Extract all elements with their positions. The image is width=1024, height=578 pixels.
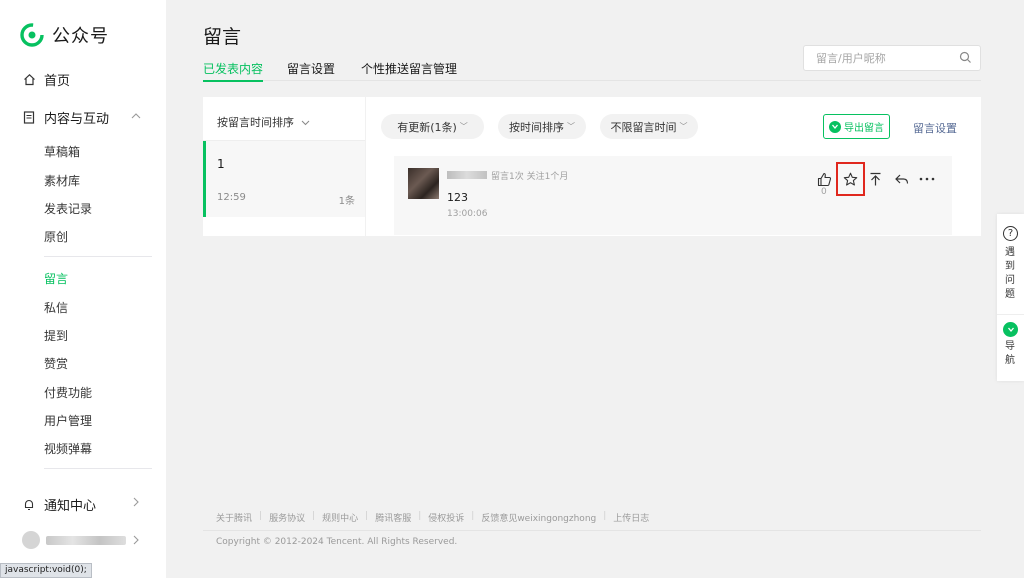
separator: |: [259, 511, 263, 521]
footer-link-terms[interactable]: 服务协议: [269, 511, 305, 524]
page-title: 留言: [203, 26, 242, 48]
footer-link-upload-log[interactable]: 上传日志: [613, 511, 649, 524]
chevron-right-icon[interactable]: [132, 497, 140, 510]
sidebar-item-home[interactable]: 首页: [22, 70, 70, 89]
article-time: 12:59: [217, 192, 246, 203]
sidebar-item-publish-history[interactable]: 发表记录: [44, 200, 92, 217]
commenter-avatar[interactable]: [408, 168, 439, 199]
filter-time-dropdown[interactable]: 不限留言时间 ﹀: [600, 114, 698, 139]
home-icon: [22, 73, 36, 87]
divider: [203, 530, 981, 531]
tab-comment-settings[interactable]: 留言设置: [287, 60, 335, 77]
filter-label: 不限留言时间: [610, 120, 677, 134]
browser-status-bar: javascript:void(0);: [0, 563, 92, 578]
article-comment-count: 1条: [338, 196, 355, 207]
sidebar-item-rewards[interactable]: 赞赏: [44, 355, 68, 372]
like-count: 0: [821, 187, 827, 197]
chevron-up-icon[interactable]: [131, 110, 141, 123]
sidebar-item-drafts[interactable]: 草稿箱: [44, 143, 80, 160]
article-list-item[interactable]: 1 12:59 1条: [203, 141, 365, 217]
export-icon: [829, 120, 841, 133]
commenter-name-blurred[interactable]: [447, 171, 487, 179]
footer-link-feedback[interactable]: 反馈意见weixingongzhong: [481, 511, 596, 524]
help-nav-label: 导航: [1005, 341, 1015, 366]
sidebar-item-label: 首页: [44, 74, 71, 89]
tab-published-content[interactable]: 已发表内容: [203, 60, 264, 82]
help-problem-label: 遇到问题: [1005, 247, 1015, 300]
separator: |: [603, 511, 607, 521]
sidebar-item-users[interactable]: 用户管理: [44, 412, 92, 429]
sidebar-item-original[interactable]: 原创: [44, 228, 68, 245]
footer-links: 关于腾讯 | 服务协议 | 规则中心 | 腾讯客服 | 侵权投诉 | 反馈意见weixin…: [216, 511, 649, 524]
article-title: 1: [217, 157, 225, 171]
tab-personalized-comments[interactable]: 个性推送留言管理: [361, 60, 457, 77]
divider: [44, 256, 152, 257]
filter-updated-dropdown[interactable]: 有更新(1条) ﹀: [381, 114, 484, 139]
account-switcher[interactable]: [22, 531, 126, 549]
more-icon[interactable]: [918, 170, 936, 188]
comment-time: 13:00:06: [447, 209, 488, 219]
article-list-panel: 按留言时间排序 1 12:59 1条: [203, 97, 365, 236]
sidebar-item-danmaku[interactable]: 视频弹幕: [44, 440, 92, 457]
like-icon[interactable]: [815, 170, 833, 188]
bell-icon: [22, 498, 36, 512]
filter-label: 有更新(1条): [397, 120, 457, 134]
sidebar-item-comments[interactable]: 留言: [44, 270, 68, 287]
separator: |: [471, 511, 475, 521]
sort-dropdown[interactable]: 按留言时间排序: [217, 114, 310, 130]
sort-dropdown-label: 按留言时间排序: [217, 116, 294, 129]
sidebar-item-paid[interactable]: 付费功能: [44, 384, 92, 401]
floating-help-bar: ? 遇到问题 导航: [997, 214, 1024, 381]
chevron-down-icon: [301, 116, 310, 129]
document-icon: [22, 111, 36, 125]
brand-name: 公众号: [52, 26, 109, 47]
comment-settings-link[interactable]: 留言设置: [913, 120, 957, 136]
comment-panel: 有更新(1条) ﹀ 按时间排序 ﹀ 不限留言时间 ﹀ 导出留言 留言设置 留言1次 关…: [366, 97, 981, 236]
footer-link-rules[interactable]: 规则中心: [322, 511, 358, 524]
export-label: 导出留言: [844, 123, 884, 134]
filter-sort-dropdown[interactable]: 按时间排序 ﹀: [498, 114, 586, 139]
filter-label: 按时间排序: [509, 120, 564, 134]
tab-bar: 已发表内容 留言设置 个性推送留言管理: [203, 60, 981, 82]
divider: [997, 314, 1024, 315]
sidebar-group-content[interactable]: 内容与互动: [22, 108, 109, 127]
pin-top-icon[interactable]: [866, 170, 884, 188]
wechat-logo-icon: [20, 23, 44, 47]
logo[interactable]: 公众号: [20, 22, 109, 48]
sidebar-item-materials[interactable]: 素材库: [44, 172, 80, 189]
sidebar-item-mentions[interactable]: 提到: [44, 327, 68, 344]
footer-link-about[interactable]: 关于腾讯: [216, 511, 252, 524]
nav-icon: [1003, 322, 1018, 337]
divider: [44, 468, 152, 469]
chevron-down-icon: ﹀: [567, 122, 575, 131]
separator: |: [365, 511, 369, 521]
footer-link-support[interactable]: 腾讯客服: [375, 511, 411, 524]
sidebar-item-label: 通知中心: [44, 499, 97, 514]
sidebar-item-messages[interactable]: 私信: [44, 299, 68, 316]
sidebar-group-label: 内容与互动: [44, 112, 110, 127]
export-comments-button[interactable]: 导出留言: [823, 114, 890, 139]
highlight-box: [836, 162, 865, 196]
comment-text: 123: [447, 191, 468, 204]
question-icon: ?: [1003, 226, 1018, 241]
chevron-down-icon: ﹀: [459, 122, 468, 131]
comment-item: 留言1次 关注1个月 123 13:00:06 0: [394, 156, 952, 235]
reply-icon[interactable]: [892, 170, 910, 188]
avatar: [22, 531, 40, 549]
chevron-right-icon[interactable]: [132, 535, 140, 548]
chevron-down-icon: ﹀: [679, 122, 688, 131]
commenter-meta: 留言1次 关注1个月: [491, 172, 569, 182]
footer-link-complaint[interactable]: 侵权投诉: [428, 511, 464, 524]
sidebar-item-notifications[interactable]: 通知中心: [22, 495, 96, 514]
separator: |: [418, 511, 422, 521]
account-name-blurred: [46, 535, 126, 545]
copyright: Copyright © 2012-2024 Tencent. All Right…: [216, 537, 458, 547]
sidebar: 公众号 首页 内容与互动 草稿箱 素材库 发表记录 原创 留言 私信 提到 赞赏…: [0, 0, 166, 578]
separator: |: [312, 511, 316, 521]
